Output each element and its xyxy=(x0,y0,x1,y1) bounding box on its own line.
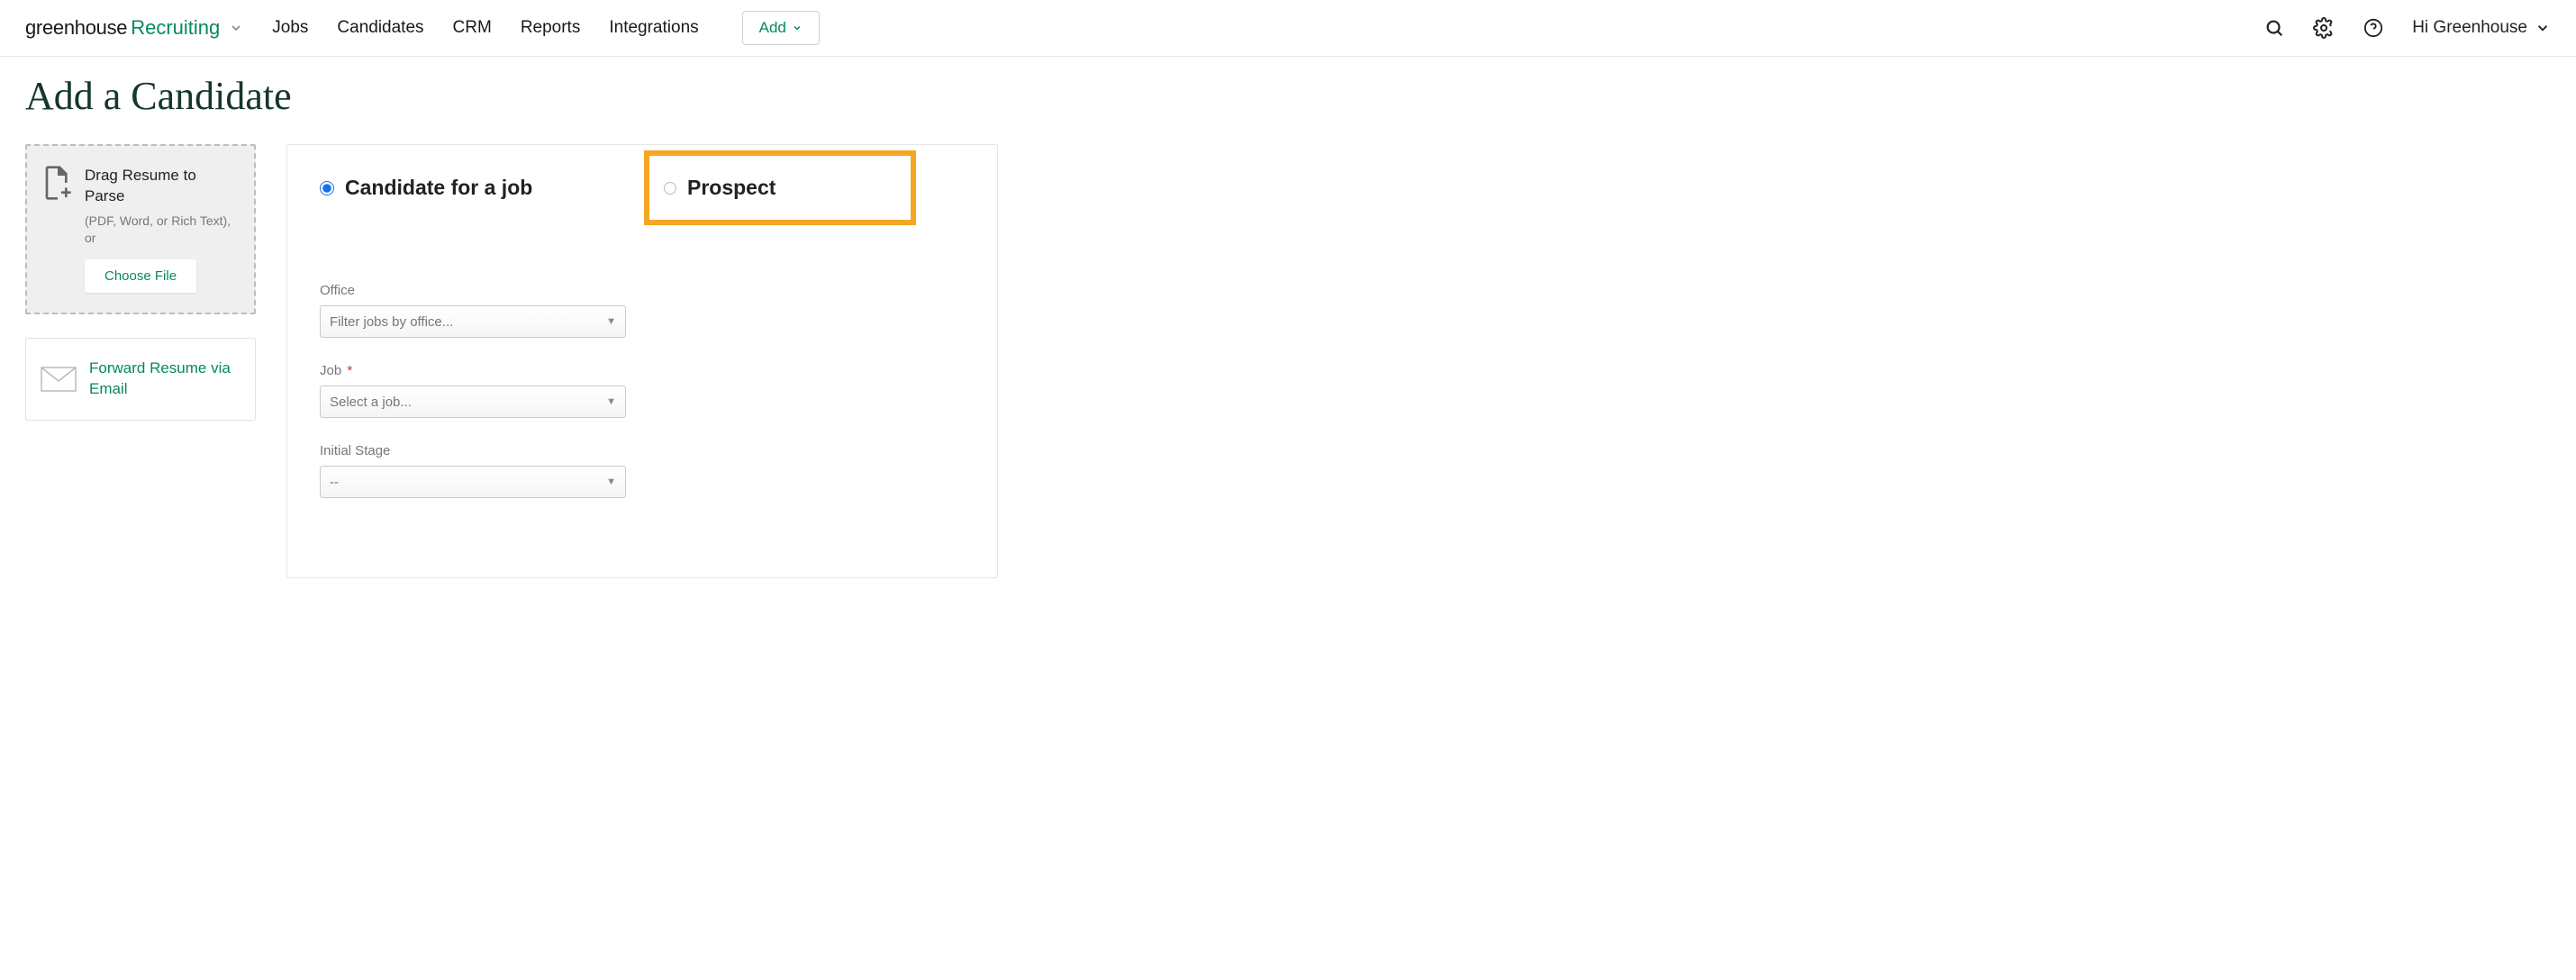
required-marker: * xyxy=(347,363,352,378)
document-add-icon xyxy=(43,166,72,247)
job-select-value: Select a job... xyxy=(330,395,412,410)
gear-icon xyxy=(2313,17,2335,39)
chevron-down-icon xyxy=(229,21,243,35)
radio-candidate-for-job[interactable]: Candidate for a job xyxy=(320,176,644,200)
radio-unselected-icon xyxy=(664,182,676,195)
brand-word-1: greenhouse xyxy=(25,16,127,40)
forward-resume-link[interactable]: Forward Resume via Email xyxy=(89,358,240,400)
settings-button[interactable] xyxy=(2313,17,2335,39)
radio-candidate-input[interactable] xyxy=(320,181,334,195)
chevron-down-icon xyxy=(792,23,803,33)
office-select[interactable]: Filter jobs by office... ▼ xyxy=(320,305,626,338)
nav-reports[interactable]: Reports xyxy=(521,18,581,38)
radio-prospect[interactable]: Prospect xyxy=(664,176,776,200)
field-initial-stage: Initial Stage -- ▼ xyxy=(320,443,965,498)
initial-stage-select[interactable]: -- ▼ xyxy=(320,466,626,498)
resume-dropzone[interactable]: Drag Resume to Parse (PDF, Word, or Rich… xyxy=(25,144,256,314)
job-label-text: Job xyxy=(320,363,341,378)
job-label: Job * xyxy=(320,363,965,378)
add-button-label: Add xyxy=(759,19,786,37)
search-icon xyxy=(2264,18,2284,38)
caret-down-icon: ▼ xyxy=(606,316,616,327)
chevron-down-icon xyxy=(2535,20,2551,36)
envelope-icon xyxy=(41,367,77,392)
dropzone-hint: (PDF, Word, or Rich Text), or xyxy=(85,213,238,247)
office-label: Office xyxy=(320,283,965,298)
primary-nav: Jobs Candidates CRM Reports Integrations xyxy=(272,18,698,38)
page-title: Add a Candidate xyxy=(25,73,2551,119)
forward-resume-card: Forward Resume via Email xyxy=(25,338,256,421)
add-button[interactable]: Add xyxy=(742,11,820,45)
office-select-value: Filter jobs by office... xyxy=(330,314,453,330)
field-job: Job * Select a job... ▼ xyxy=(320,363,965,418)
nav-right: Hi Greenhouse xyxy=(2264,17,2551,39)
dropzone-title: Drag Resume to Parse xyxy=(85,166,238,207)
page: Add a Candidate Drag Resume to Parse (PD… xyxy=(0,57,2576,614)
search-button[interactable] xyxy=(2264,18,2284,38)
radio-prospect-label: Prospect xyxy=(687,176,776,200)
nav-jobs[interactable]: Jobs xyxy=(272,18,308,38)
left-column: Drag Resume to Parse (PDF, Word, or Rich… xyxy=(25,144,256,421)
brand-word-2: Recruiting xyxy=(131,16,220,40)
caret-down-icon: ▼ xyxy=(606,396,616,407)
help-icon xyxy=(2363,18,2383,38)
dropzone-row: Drag Resume to Parse (PDF, Word, or Rich… xyxy=(43,166,238,247)
nav-crm[interactable]: CRM xyxy=(453,18,492,38)
brand-switcher[interactable]: greenhouse Recruiting xyxy=(25,16,243,40)
choose-file-button[interactable]: Choose File xyxy=(85,259,196,293)
job-select[interactable]: Select a job... ▼ xyxy=(320,386,626,418)
initial-stage-label: Initial Stage xyxy=(320,443,965,458)
radio-prospect-highlight: Prospect xyxy=(644,150,916,225)
nav-candidates[interactable]: Candidates xyxy=(337,18,423,38)
caret-down-icon: ▼ xyxy=(606,476,616,487)
field-office: Office Filter jobs by office... ▼ xyxy=(320,283,965,338)
initial-stage-select-value: -- xyxy=(330,475,339,490)
type-radio-group: Candidate for a job Prospect xyxy=(320,176,965,225)
help-button[interactable] xyxy=(2363,18,2383,38)
radio-candidate-label: Candidate for a job xyxy=(345,176,532,200)
dropzone-text: Drag Resume to Parse (PDF, Word, or Rich… xyxy=(85,166,238,247)
top-nav: greenhouse Recruiting Jobs Candidates CR… xyxy=(0,0,2576,57)
layout: Drag Resume to Parse (PDF, Word, or Rich… xyxy=(25,144,2551,578)
nav-integrations[interactable]: Integrations xyxy=(609,18,698,38)
user-menu[interactable]: Hi Greenhouse xyxy=(2412,18,2551,38)
form-card: Candidate for a job Prospect Office Filt… xyxy=(286,144,998,578)
user-greeting: Hi Greenhouse xyxy=(2412,18,2527,38)
